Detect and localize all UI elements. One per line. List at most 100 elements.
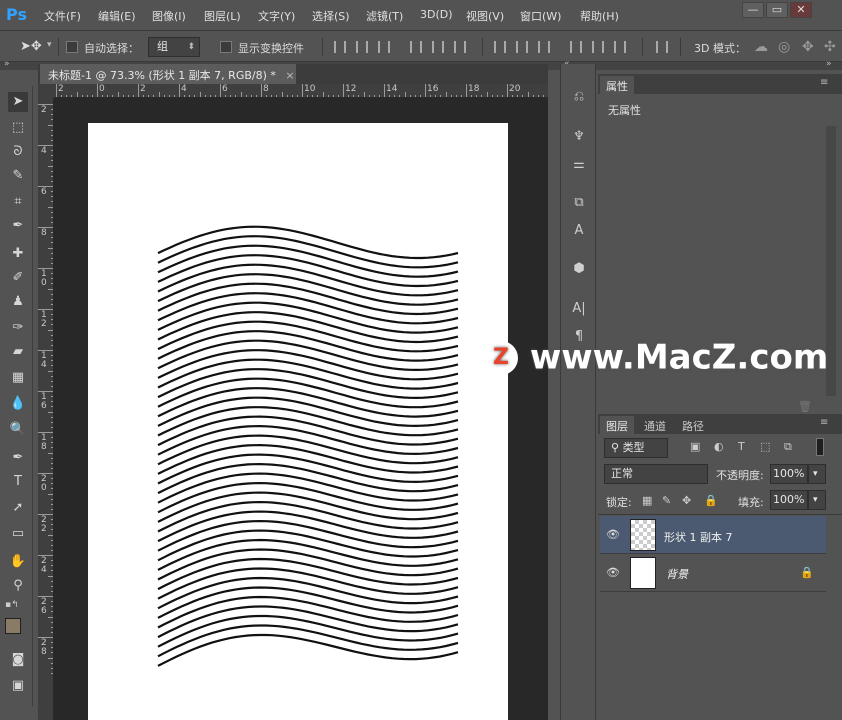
- healing-brush-tool-icon[interactable]: ✚: [8, 244, 28, 264]
- character-panel-icon[interactable]: A|: [570, 300, 588, 318]
- layer-row-shape[interactable]: 👁 形状 1 副本 7: [600, 516, 826, 554]
- menu-3d[interactable]: 3D(D): [420, 8, 453, 21]
- vertical-ruler[interactable]: 2 4 6 8 10 12 14 16 18 20 22 24 26 28: [38, 98, 54, 720]
- lock-position-icon[interactable]: ✥: [682, 494, 691, 507]
- distribute-bottom-icon[interactable]: [538, 41, 550, 53]
- menu-filter[interactable]: 滤镜(T): [366, 8, 403, 24]
- 3d-roll-icon[interactable]: ◎: [778, 39, 790, 55]
- layer-filter-dropdown[interactable]: ⚲ 类型: [604, 438, 668, 458]
- quick-select-tool-icon[interactable]: ✎: [8, 166, 28, 186]
- screen-mode-icon[interactable]: ▣: [8, 676, 28, 696]
- history-panel-icon[interactable]: ⎌: [570, 88, 588, 106]
- minimize-button[interactable]: —: [742, 2, 764, 18]
- menu-help[interactable]: 帮助(H): [580, 8, 619, 24]
- menu-image[interactable]: 图像(I): [152, 8, 186, 24]
- layer-name[interactable]: 背景: [666, 566, 688, 582]
- collapse-arrows-icon[interactable]: »: [826, 59, 832, 69]
- adjustments-panel-icon[interactable]: ⚌: [570, 156, 588, 174]
- tab-layers[interactable]: 图层: [600, 416, 634, 434]
- eye-icon[interactable]: 👁: [606, 566, 620, 579]
- tab-properties[interactable]: 属性: [600, 76, 634, 94]
- menu-edit[interactable]: 编辑(E): [98, 8, 136, 24]
- adjustment-filter-icon[interactable]: ◐: [714, 440, 724, 453]
- layer-row-background[interactable]: 👁 背景 🔒: [600, 554, 826, 592]
- distribute-top-icon[interactable]: [494, 41, 506, 53]
- fill-input[interactable]: 100%: [770, 490, 808, 510]
- brush-tool-icon[interactable]: ✐: [8, 268, 28, 288]
- document-canvas[interactable]: [88, 123, 508, 720]
- shape-filter-icon[interactable]: ⬚: [760, 440, 770, 453]
- auto-select-target-dropdown[interactable]: 组 ⬍: [148, 37, 200, 57]
- menu-layer[interactable]: 图层(L): [204, 8, 241, 24]
- lock-transparency-icon[interactable]: ▦: [642, 494, 652, 507]
- align-hcenter-icon[interactable]: [432, 41, 444, 53]
- collapse-arrows-icon[interactable]: »: [4, 59, 10, 69]
- filter-toggle[interactable]: [816, 438, 824, 456]
- auto-align-icon[interactable]: [656, 41, 668, 53]
- align-top-icon[interactable]: [334, 41, 346, 53]
- menu-type[interactable]: 文字(Y): [258, 8, 295, 24]
- dodge-tool-icon[interactable]: 🔍: [8, 420, 28, 440]
- foreground-color-swatch[interactable]: [5, 618, 21, 634]
- crop-tool-icon[interactable]: ⌗: [8, 192, 28, 212]
- type-filter-icon[interactable]: T: [738, 440, 745, 453]
- character-styles-panel-icon[interactable]: A: [570, 222, 588, 240]
- horizontal-ruler[interactable]: 20246810121416182022: [54, 84, 548, 98]
- panel-menu-icon[interactable]: ≡: [820, 417, 828, 428]
- ruler-origin[interactable]: [38, 84, 54, 98]
- type-tool-icon[interactable]: T: [8, 472, 28, 492]
- gradient-tool-icon[interactable]: ▦: [8, 368, 28, 388]
- close-tab-icon[interactable]: ×: [285, 69, 294, 82]
- lock-pixels-icon[interactable]: ✎: [662, 494, 671, 507]
- menu-select[interactable]: 选择(S): [312, 8, 350, 24]
- distribute-vcenter-icon[interactable]: [516, 41, 528, 53]
- close-button[interactable]: ✕: [790, 2, 812, 18]
- pen-tool-icon[interactable]: ✒: [8, 448, 28, 468]
- align-bottom-icon[interactable]: [378, 41, 390, 53]
- pixel-filter-icon[interactable]: ▣: [690, 440, 700, 453]
- clone-stamp-tool-icon[interactable]: ♟: [8, 292, 28, 312]
- eyedropper-tool-icon[interactable]: ✒: [8, 216, 28, 236]
- marquee-tool-icon[interactable]: ⬚: [8, 118, 28, 138]
- eraser-tool-icon[interactable]: ▰: [8, 342, 28, 362]
- zoom-tool-icon[interactable]: ⚲: [8, 576, 28, 596]
- move-tool-icon[interactable]: ➤: [8, 92, 28, 112]
- tab-channels[interactable]: 通道: [638, 416, 672, 434]
- align-left-icon[interactable]: [410, 41, 422, 53]
- distribute-right-icon[interactable]: [614, 41, 626, 53]
- lasso-tool-icon[interactable]: ᘐ: [8, 142, 28, 162]
- 3d-drag-icon[interactable]: ✥: [802, 39, 814, 55]
- default-colors-icon[interactable]: ▪↰: [5, 600, 19, 610]
- move-tool-preset-icon[interactable]: ➤✥: [20, 39, 42, 54]
- path-select-tool-icon[interactable]: ➚: [8, 498, 28, 518]
- 3d-rotate-icon[interactable]: ☁: [754, 39, 768, 55]
- hand-tool-icon[interactable]: ✋: [8, 552, 28, 572]
- opacity-dropdown-arrow[interactable]: ▾: [808, 464, 826, 484]
- 3d-slide-icon[interactable]: ✣: [824, 39, 836, 55]
- fill-dropdown-arrow[interactable]: ▾: [808, 490, 826, 510]
- quick-mask-icon[interactable]: ◙: [8, 650, 28, 670]
- distribute-hcenter-icon[interactable]: [592, 41, 604, 53]
- layer-name[interactable]: 形状 1 副本 7: [664, 529, 733, 545]
- tab-paths[interactable]: 路径: [676, 416, 710, 434]
- panel-menu-icon[interactable]: ≡: [820, 77, 828, 88]
- canvas-area[interactable]: [54, 98, 548, 720]
- brush-panel-icon[interactable]: ♆: [570, 128, 588, 146]
- distribute-left-icon[interactable]: [570, 41, 582, 53]
- clone-source-panel-icon[interactable]: ⧉: [570, 194, 588, 212]
- lock-all-icon[interactable]: 🔒: [704, 494, 718, 507]
- menu-window[interactable]: 窗口(W): [520, 8, 561, 24]
- maximize-button[interactable]: ▭: [766, 2, 788, 18]
- blur-tool-icon[interactable]: 💧: [8, 394, 28, 414]
- show-transform-checkbox[interactable]: [220, 41, 232, 53]
- eye-icon[interactable]: 👁: [606, 528, 620, 541]
- align-right-icon[interactable]: [454, 41, 466, 53]
- history-brush-tool-icon[interactable]: ✑: [8, 318, 28, 338]
- menu-view[interactable]: 视图(V): [466, 8, 504, 24]
- document-tab[interactable]: 未标题-1 @ 73.3% (形状 1 副本 7, RGB/8) * ×: [40, 64, 296, 84]
- auto-select-checkbox[interactable]: [66, 41, 78, 53]
- rectangle-tool-icon[interactable]: ▭: [8, 524, 28, 544]
- opacity-input[interactable]: 100%: [770, 464, 808, 484]
- blend-mode-dropdown[interactable]: 正常: [604, 464, 708, 484]
- menu-file[interactable]: 文件(F): [44, 8, 81, 24]
